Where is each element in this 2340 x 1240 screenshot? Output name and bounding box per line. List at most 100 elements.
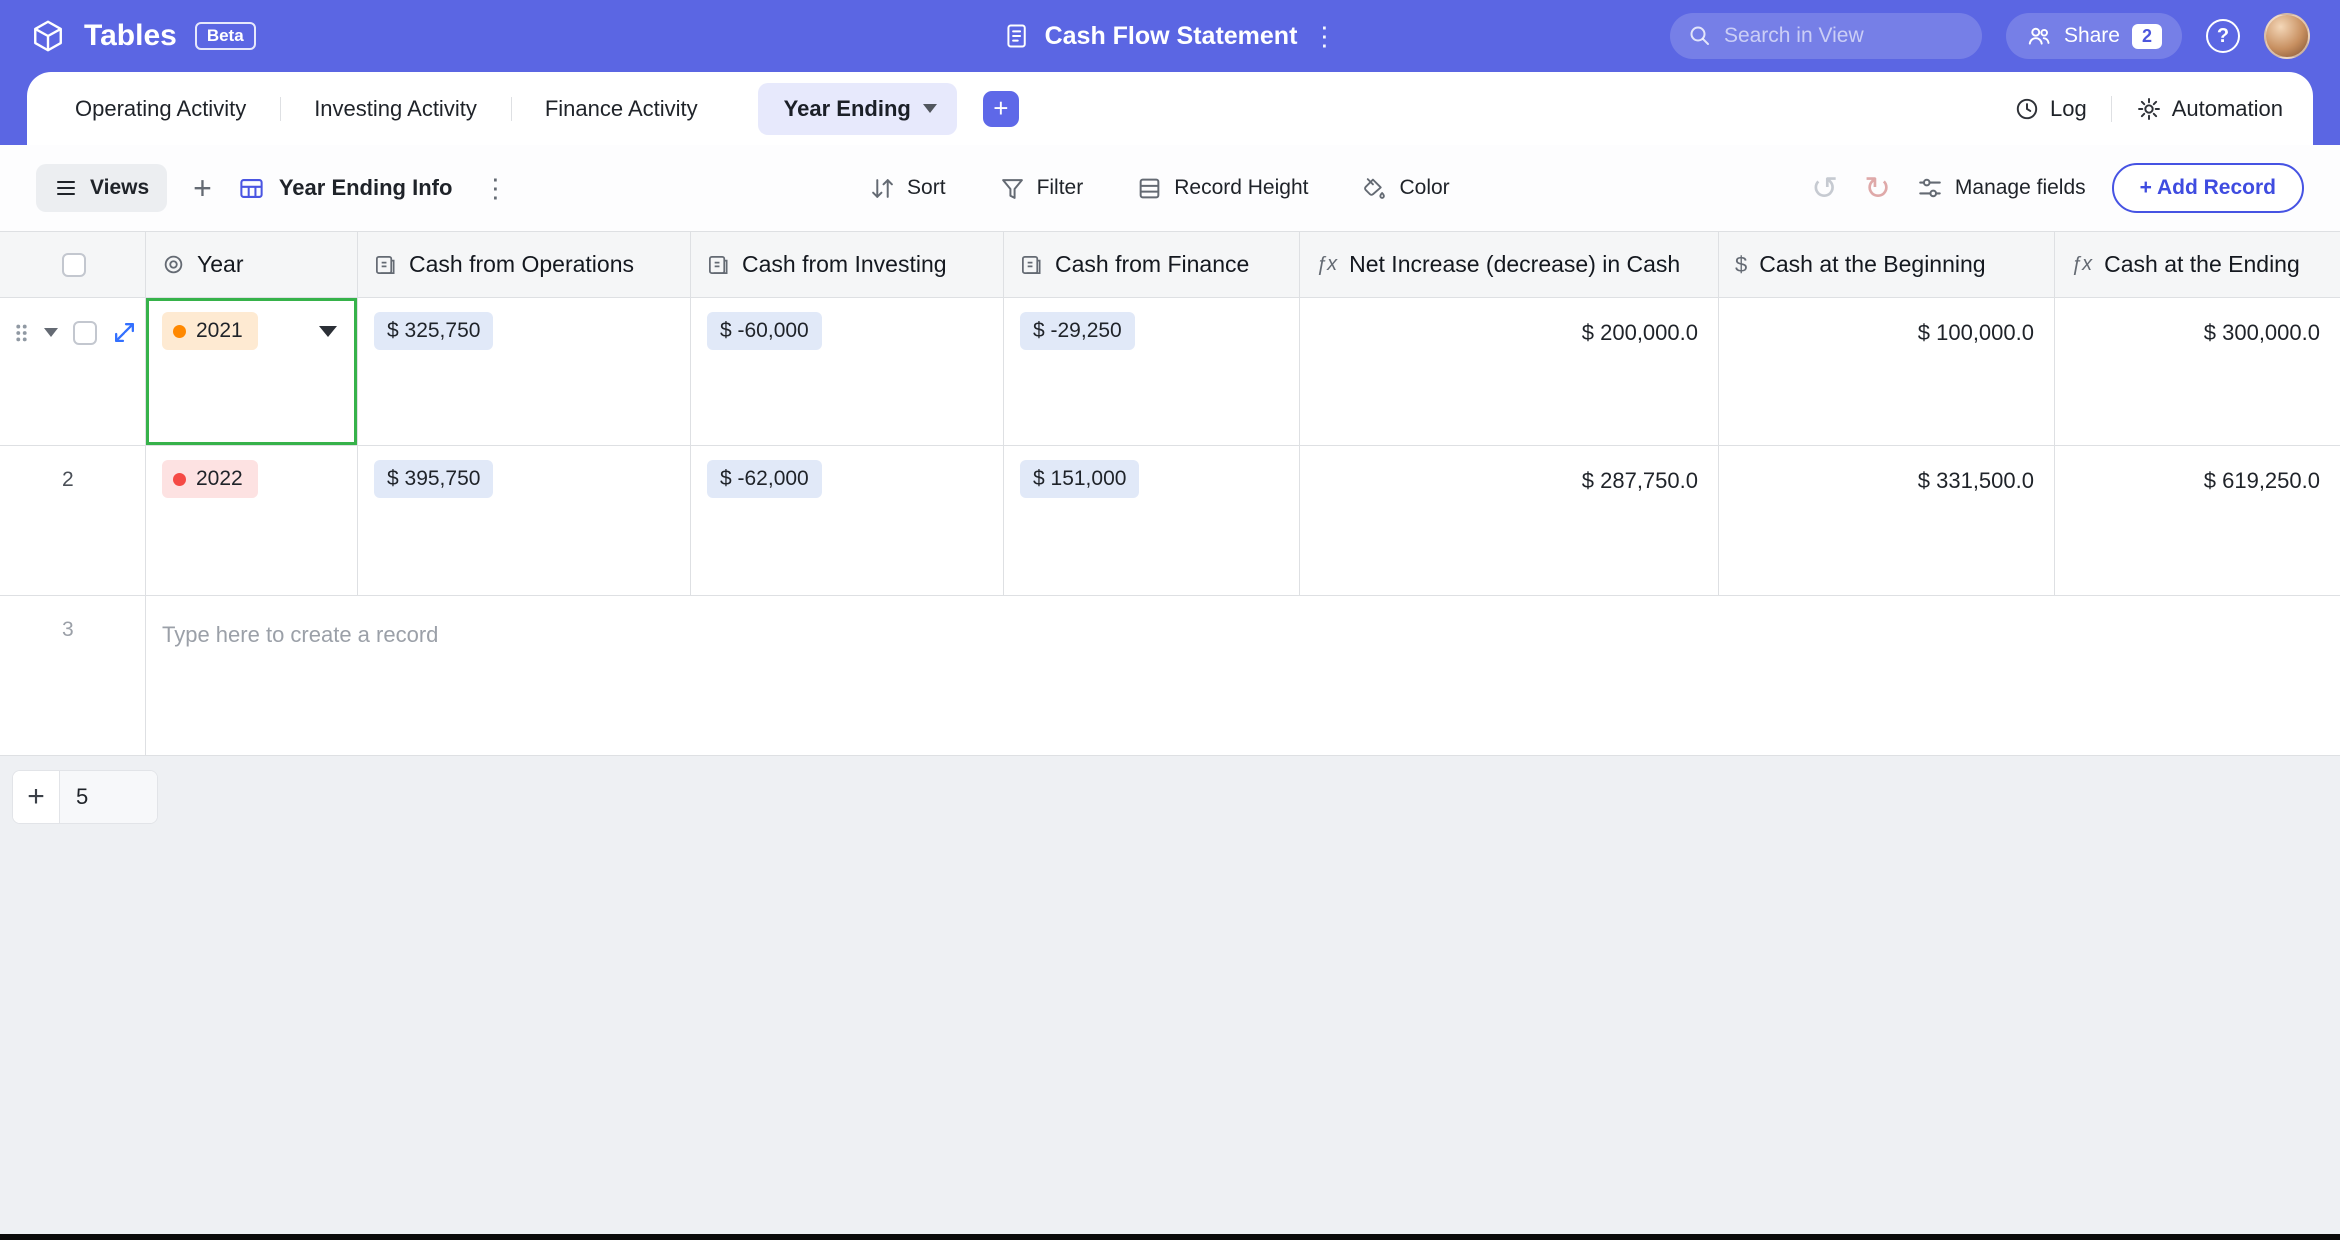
new-record-row[interactable]: 3 Type here to create a record <box>0 596 2340 756</box>
row-collapse-icon[interactable] <box>44 328 58 337</box>
cell-year[interactable]: 2022 <box>146 446 358 595</box>
share-button[interactable]: Share 2 <box>2006 13 2182 59</box>
cell-cash-from-operations[interactable]: $ 325,750 <box>358 298 691 445</box>
document-icon <box>1003 22 1031 50</box>
collaborators-icon <box>2026 23 2052 49</box>
cell-cash-from-finance[interactable]: $ -29,250 <box>1004 298 1300 445</box>
cell-net-increase[interactable]: $ 200,000.0 <box>1300 298 1719 445</box>
add-rows-count-input[interactable]: 5 <box>59 771 157 823</box>
clock-icon <box>2014 96 2040 122</box>
column-label: Cash from Operations <box>409 251 634 278</box>
column-label: Year <box>197 251 243 278</box>
document-title-group: Cash Flow Statement ⋮ <box>1003 22 1338 51</box>
sheet-tabs: Operating Activity Investing Activity Fi… <box>41 83 1019 135</box>
sort-button[interactable]: Sort <box>870 176 946 201</box>
data-grid: Year Cash from Operations Cash from Inve… <box>0 231 2340 756</box>
add-rows-button[interactable]: + <box>13 771 59 823</box>
paint-bucket-icon <box>1362 176 1387 201</box>
top-bar: Tables Beta Cash Flow Statement ⋮ Share <box>0 0 2340 72</box>
top-bar-actions: Share 2 ? <box>1670 13 2310 59</box>
filter-button[interactable]: Filter <box>1000 176 1084 201</box>
manage-fields-icon <box>1917 175 1943 201</box>
active-tab-label: Year Ending <box>784 96 911 122</box>
cell-cash-from-investing[interactable]: $ -62,000 <box>691 446 1004 595</box>
avatar[interactable] <box>2264 13 2310 59</box>
column-header-cash-from-investing[interactable]: Cash from Investing <box>691 232 1004 297</box>
current-view[interactable]: Year Ending Info ⋮ <box>238 175 509 202</box>
header-gutter <box>0 232 146 297</box>
add-record-button[interactable]: + Add Record <box>2112 163 2304 213</box>
cell-cash-at-beginning[interactable]: $ 100,000.0 <box>1719 298 2055 445</box>
new-record-placeholder[interactable]: Type here to create a record <box>146 596 2340 755</box>
single-select-field-icon <box>162 253 185 276</box>
row-gutter: 3 <box>0 596 146 755</box>
add-view-button[interactable]: + <box>193 172 212 204</box>
currency-field-icon <box>1020 253 1043 276</box>
cell-year[interactable]: 2021 <box>146 298 358 445</box>
filter-icon <box>1000 176 1025 201</box>
cell-cash-at-beginning[interactable]: $ 331,500.0 <box>1719 446 2055 595</box>
column-header-year[interactable]: Year <box>146 232 358 297</box>
grid-view-icon <box>238 175 265 202</box>
sort-label: Sort <box>907 176 946 200</box>
tab-finance-activity[interactable]: Finance Activity <box>511 96 732 122</box>
automation-button[interactable]: Automation <box>2136 96 2283 122</box>
record-height-label: Record Height <box>1174 176 1308 200</box>
currency-field-icon <box>374 253 397 276</box>
drag-handle-icon[interactable] <box>14 322 29 344</box>
column-label: Net Increase (decrease) in Cash <box>1349 251 1680 278</box>
tag-label: 2022 <box>196 467 243 491</box>
column-header-cash-from-operations[interactable]: Cash from Operations <box>358 232 691 297</box>
document-title: Cash Flow Statement <box>1045 22 1298 51</box>
cell-cash-at-ending[interactable]: $ 300,000.0 <box>2055 298 2340 445</box>
row-gutter <box>0 298 146 445</box>
dollar-field-icon: $ <box>1735 252 1747 278</box>
search-input[interactable] <box>1724 24 1964 48</box>
view-menu-icon[interactable]: ⋮ <box>482 175 508 201</box>
tab-investing-activity[interactable]: Investing Activity <box>280 96 511 122</box>
select-all-checkbox[interactable] <box>62 253 86 277</box>
cell-cash-from-operations[interactable]: $ 395,750 <box>358 446 691 595</box>
manage-fields-button[interactable]: Manage fields <box>1917 175 2086 201</box>
app-brand: Tables Beta <box>30 18 256 54</box>
cell-cash-from-investing[interactable]: $ -60,000 <box>691 298 1004 445</box>
cell-cash-at-ending[interactable]: $ 619,250.0 <box>2055 446 2340 595</box>
tab-operating-activity[interactable]: Operating Activity <box>41 96 280 122</box>
cell-cash-from-finance[interactable]: $ 151,000 <box>1004 446 1300 595</box>
expand-record-icon[interactable] <box>112 320 137 345</box>
currency-chip: $ 395,750 <box>374 460 493 498</box>
toolbar-center-group: Sort Filter Record Height Color <box>870 176 1450 201</box>
row-gutter: 2 <box>0 446 146 595</box>
column-header-net-increase[interactable]: ƒx Net Increase (decrease) in Cash <box>1300 232 1719 297</box>
formula-field-icon: ƒx <box>2071 253 2092 276</box>
column-header-cash-at-ending[interactable]: ƒx Cash at the Ending <box>2055 232 2340 297</box>
record-height-button[interactable]: Record Height <box>1137 176 1308 201</box>
color-button[interactable]: Color <box>1362 176 1449 201</box>
select-dropdown-caret-icon[interactable] <box>319 326 337 337</box>
views-button[interactable]: Views <box>36 164 167 212</box>
help-icon[interactable]: ? <box>2206 19 2240 53</box>
document-menu-icon[interactable]: ⋮ <box>1311 23 1337 49</box>
table-header-row: Year Cash from Operations Cash from Inve… <box>0 231 2340 298</box>
view-toolbar: Views + Year Ending Info ⋮ Sort Filter <box>0 145 2340 231</box>
year-tag: 2022 <box>162 460 258 498</box>
sort-icon <box>870 176 895 201</box>
column-header-cash-at-beginning[interactable]: $ Cash at the Beginning <box>1719 232 2055 297</box>
app-title: Tables <box>84 19 177 53</box>
search-box[interactable] <box>1670 13 1982 59</box>
redo-icon[interactable]: ↻ <box>1864 172 1891 204</box>
cell-net-increase[interactable]: $ 287,750.0 <box>1300 446 1719 595</box>
tag-color-dot <box>173 473 186 486</box>
view-name: Year Ending Info <box>279 175 453 201</box>
currency-chip: $ -29,250 <box>1020 312 1135 350</box>
column-header-cash-from-finance[interactable]: Cash from Finance <box>1004 232 1300 297</box>
currency-chip: $ -60,000 <box>707 312 822 350</box>
currency-field-icon <box>707 253 730 276</box>
log-button[interactable]: Log <box>2014 96 2087 122</box>
add-sheet-button[interactable]: + <box>983 91 1019 127</box>
tab-year-ending-active[interactable]: Year Ending <box>758 83 957 135</box>
undo-icon[interactable]: ↺ <box>1811 172 1838 204</box>
row-checkbox[interactable] <box>73 321 97 345</box>
year-tag: 2021 <box>162 312 258 350</box>
currency-chip: $ 151,000 <box>1020 460 1139 498</box>
